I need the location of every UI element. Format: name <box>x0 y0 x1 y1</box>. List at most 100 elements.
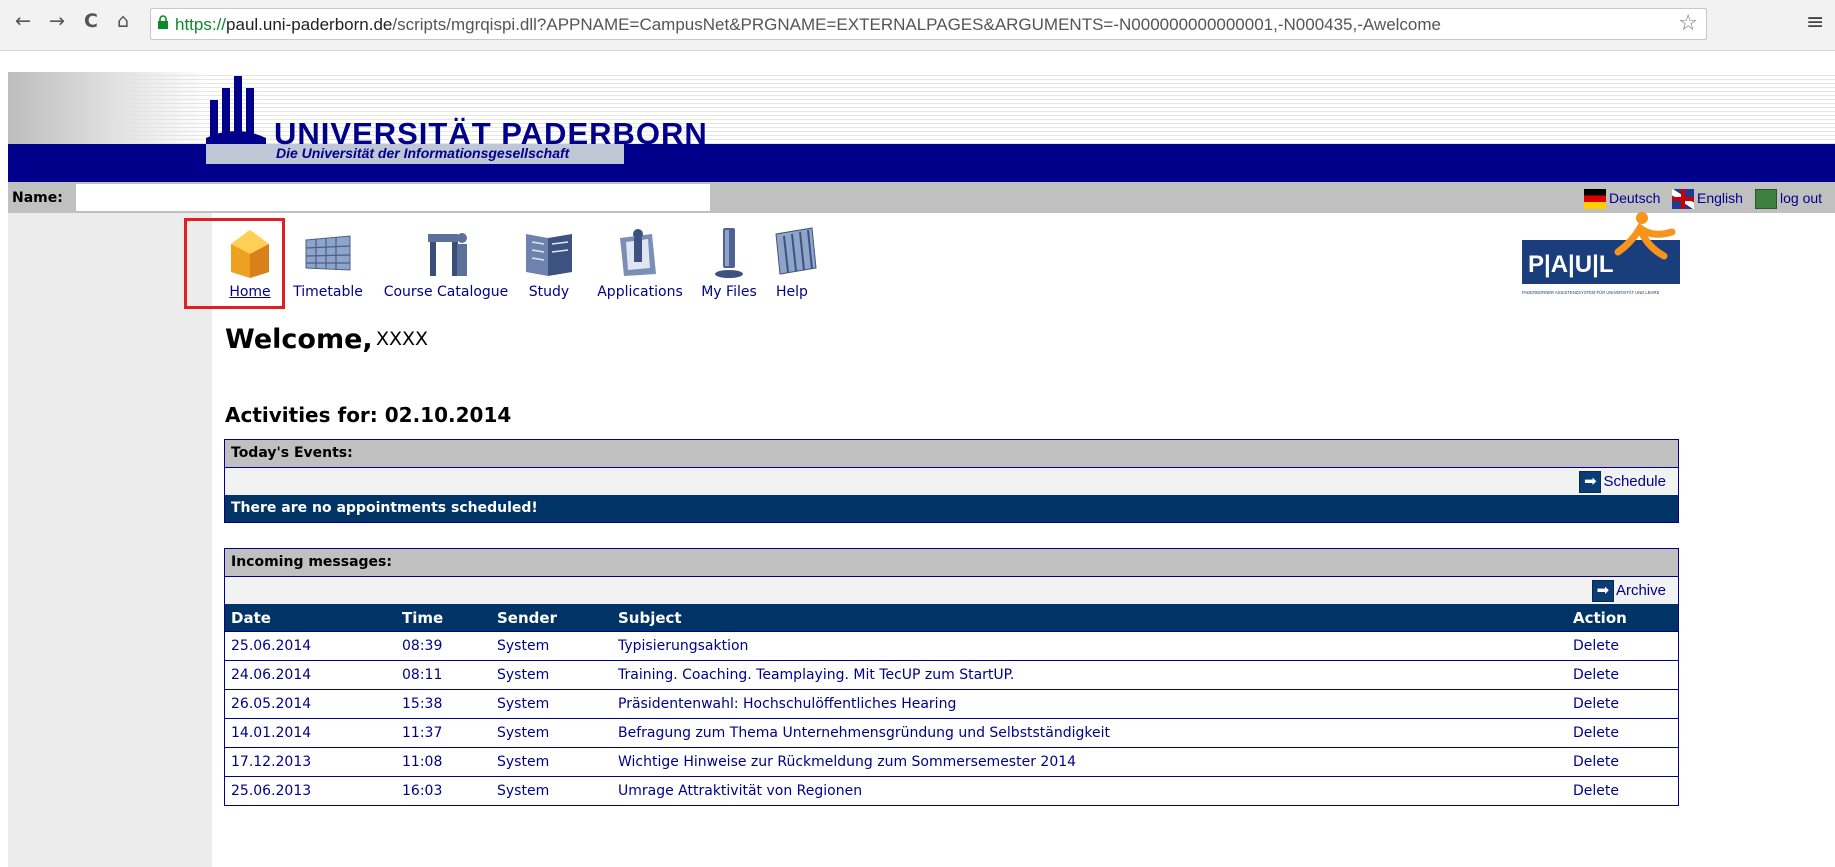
nav-course-catalogue[interactable]: Course Catalogue <box>382 224 510 300</box>
message-subject-link[interactable]: Wichtige Hinweise zur Rückmeldung zum So… <box>612 747 1567 777</box>
message-subject-link[interactable]: Präsidentenwahl: Hochschulöffentliches H… <box>612 689 1567 719</box>
logout-label: log out <box>1780 190 1823 206</box>
language-english-label: English <box>1697 190 1743 206</box>
column-time: Time <box>396 604 491 632</box>
message-date: 25.06.2013 <box>225 776 396 805</box>
course-catalogue-icon <box>428 233 467 276</box>
message-sender: System <box>491 631 612 661</box>
message-subject-link[interactable]: Typisierungsaktion <box>612 631 1567 661</box>
back-icon[interactable]: ← <box>12 10 34 32</box>
message-subject-link[interactable]: Befragung zum Thema Unternehmensgründung… <box>612 718 1567 748</box>
message-date: 26.05.2014 <box>225 689 396 719</box>
message-date: 17.12.2013 <box>225 747 396 777</box>
archive-link[interactable]: ➡ Archive <box>1591 580 1666 603</box>
applications-icon <box>620 229 656 276</box>
nav-applications-label: Applications <box>597 284 683 300</box>
column-subject: Subject <box>612 604 1567 632</box>
schedule-link[interactable]: ➡ Schedule <box>1579 471 1666 494</box>
browser-menu-icon[interactable]: ≡ <box>1806 10 1824 35</box>
message-row: 25.06.2014 08:39 System Typisierungsakti… <box>225 631 1678 661</box>
message-row: 24.06.2014 08:11 System Training. Coachi… <box>225 660 1678 690</box>
paul-figure-icon <box>1636 212 1648 224</box>
delete-link[interactable]: Delete <box>1567 747 1678 777</box>
delete-link[interactable]: Delete <box>1567 689 1678 719</box>
language-deutsch-label: Deutsch <box>1609 190 1661 206</box>
german-flag-icon <box>1584 189 1606 210</box>
message-row: 26.05.2014 15:38 System Präsidentenwahl:… <box>225 689 1678 719</box>
column-sender: Sender <box>491 604 612 632</box>
message-time: 08:11 <box>396 660 491 690</box>
lock-icon <box>158 15 168 29</box>
nav-my-files-label: My Files <box>701 284 757 300</box>
message-time: 15:38 <box>396 689 491 719</box>
schedule-label: Schedule <box>1603 473 1666 490</box>
schedule-toolbar: ➡ Schedule <box>225 468 1678 495</box>
help-icon <box>775 227 817 275</box>
language-english-link[interactable]: English <box>1672 187 1743 210</box>
nav-timetable-label: Timetable <box>293 284 363 300</box>
column-date: Date <box>225 604 396 632</box>
nav-study[interactable]: Study <box>522 224 576 300</box>
address-bar[interactable]: https://paul.uni-paderborn.de/scripts/mg… <box>150 8 1707 40</box>
timetable-icon <box>305 235 351 271</box>
message-row: 14.01.2014 11:37 System Befragung zum Th… <box>225 718 1678 748</box>
messages-header-row: Date Time Sender Subject Action <box>225 604 1678 632</box>
language-deutsch-link[interactable]: Deutsch <box>1584 187 1661 210</box>
header-circuit-decoration <box>8 72 208 144</box>
delete-link[interactable]: Delete <box>1567 718 1678 748</box>
browser-toolbar: ← → C ⌂ https://paul.uni-paderborn.de/sc… <box>0 0 1835 51</box>
logout-link[interactable]: log out <box>1755 187 1823 210</box>
arrow-right-icon: ➡ <box>1591 580 1614 603</box>
message-sender: System <box>491 660 612 690</box>
university-tagline: Die Universität der Informationsgesellsc… <box>276 145 570 161</box>
delete-link[interactable]: Delete <box>1567 660 1678 690</box>
delete-link[interactable]: Delete <box>1567 631 1678 661</box>
my-files-icon <box>715 228 743 278</box>
delete-link[interactable]: Delete <box>1567 776 1678 805</box>
study-icon <box>526 234 572 276</box>
nav-study-label: Study <box>528 284 570 300</box>
incoming-messages-header: Incoming messages: <box>225 549 1678 577</box>
reload-icon[interactable]: C <box>80 10 102 32</box>
nav-help[interactable]: Help <box>768 224 817 300</box>
incoming-messages-panel: Incoming messages: ➡ Archive Date Time Se… <box>224 548 1679 806</box>
message-sender: System <box>491 776 612 805</box>
messages-table: Date Time Sender Subject Action 25.06.20… <box>225 604 1678 805</box>
message-sender: System <box>491 689 612 719</box>
nav-applications[interactable]: Applications <box>594 224 686 300</box>
todays-events-panel: Today's Events: ➡ Schedule There are no a… <box>224 439 1679 523</box>
message-row: 17.12.2013 11:08 System Wichtige Hinweis… <box>225 747 1678 777</box>
browser-home-icon[interactable]: ⌂ <box>112 10 134 32</box>
arrow-right-icon: ➡ <box>1579 471 1602 494</box>
welcome-heading: Welcome, <box>225 324 373 355</box>
nav-help-label: Help <box>776 284 808 300</box>
message-time: 11:08 <box>396 747 491 777</box>
nav-course-catalogue-label: Course Catalogue <box>383 284 509 300</box>
message-time: 16:03 <box>396 776 491 805</box>
forward-icon[interactable]: → <box>46 10 68 32</box>
uk-flag-icon <box>1672 189 1694 210</box>
message-date: 24.06.2014 <box>225 660 396 690</box>
todays-events-header: Today's Events: <box>225 440 1678 468</box>
home-highlight-box <box>184 218 285 309</box>
message-sender: System <box>491 747 612 777</box>
paul-logo[interactable]: P|A|U|L PADERBORNER ASSISTENZSYSTEM FÜR … <box>1522 212 1682 298</box>
nav-my-files[interactable]: My Files <box>700 224 758 300</box>
activities-heading: Activities for: 02.10.2014 <box>225 403 512 427</box>
message-subject-link[interactable]: Training. Coaching. Teamplaying. Mit Tec… <box>612 660 1567 690</box>
archive-label: Archive <box>1615 582 1666 599</box>
university-logo-icon[interactable] <box>206 76 266 144</box>
column-action: Action <box>1567 604 1678 632</box>
message-subject-link[interactable]: Umrage Attraktivität von Regionen <box>612 776 1567 805</box>
welcome-user-name: XXXX <box>376 328 429 350</box>
message-time: 08:39 <box>396 631 491 661</box>
name-label: Name: <box>12 190 63 206</box>
archive-toolbar: ➡ Archive <box>225 577 1678 604</box>
message-row: 25.06.2013 16:03 System Umrage Attraktiv… <box>225 776 1678 805</box>
message-date: 14.01.2014 <box>225 718 396 748</box>
url-text: https://paul.uni-paderborn.de/scripts/mg… <box>175 15 1442 34</box>
logout-icon <box>1755 189 1777 210</box>
bookmark-star-icon[interactable]: ☆ <box>1678 11 1698 36</box>
nav-timetable[interactable]: Timetable <box>292 224 364 300</box>
paul-logo-caption: PADERBORNER ASSISTENZSYSTEM FÜR UNIVERSI… <box>1522 290 1660 295</box>
